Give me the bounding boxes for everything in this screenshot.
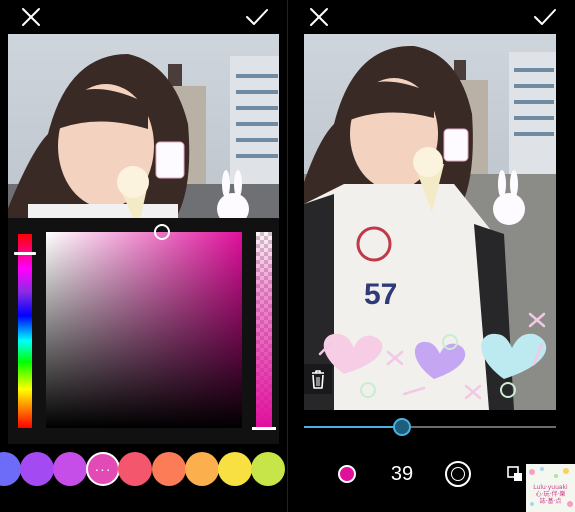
- confirm-checkmark-icon[interactable]: [532, 4, 558, 30]
- selfie-photo-with-drawings: 57: [304, 34, 556, 410]
- opacity-slider-handle[interactable]: [252, 427, 276, 430]
- eraser-icon[interactable]: [507, 466, 523, 482]
- svg-text:57: 57: [364, 278, 397, 311]
- hue-slider-handle[interactable]: [14, 252, 36, 255]
- color-swatch[interactable]: [118, 452, 152, 486]
- watermark-line-2: 心·玩·伴·樂: [535, 491, 566, 498]
- color-swatch[interactable]: [185, 452, 219, 486]
- color-swatch-row: ···: [0, 452, 287, 486]
- opacity-slider[interactable]: [256, 232, 272, 428]
- color-swatch[interactable]: [152, 452, 186, 486]
- brush-drawing-screen: 57 39: [288, 0, 575, 512]
- color-swatch[interactable]: [251, 452, 285, 486]
- color-swatch[interactable]: [53, 452, 87, 486]
- color-picker-panel: [8, 218, 279, 444]
- brush-size-slider-fill: [304, 426, 403, 428]
- color-swatch[interactable]: [0, 452, 21, 486]
- swatch-more-colors-button[interactable]: ···: [86, 452, 120, 486]
- circle-brush-icon[interactable]: [445, 461, 471, 487]
- color-selector-handle[interactable]: [154, 224, 170, 240]
- more-dots-icon: ···: [94, 461, 112, 477]
- watermark-line-1: Lulu·yuuaki: [533, 484, 568, 491]
- confirm-checkmark-icon[interactable]: [244, 4, 270, 30]
- color-picker-screen: ···: [0, 0, 287, 512]
- brush-color-button[interactable]: [338, 465, 356, 483]
- watermark-logo: Lulu·yuuaki 心·玩·伴·樂 誌·基·点: [526, 464, 575, 512]
- watermark-line-3: 誌·基·点: [539, 498, 562, 505]
- brush-size-slider-knob[interactable]: [393, 418, 412, 436]
- hue-slider[interactable]: [18, 234, 32, 428]
- trash-icon[interactable]: [304, 364, 332, 394]
- close-icon[interactable]: [306, 4, 332, 30]
- photo-canvas[interactable]: 57: [304, 34, 556, 410]
- close-icon[interactable]: [18, 4, 44, 30]
- brush-size-value: 39: [390, 463, 414, 485]
- color-swatch[interactable]: [218, 452, 252, 486]
- saturation-brightness-square[interactable]: [46, 232, 242, 428]
- color-swatch[interactable]: [20, 452, 54, 486]
